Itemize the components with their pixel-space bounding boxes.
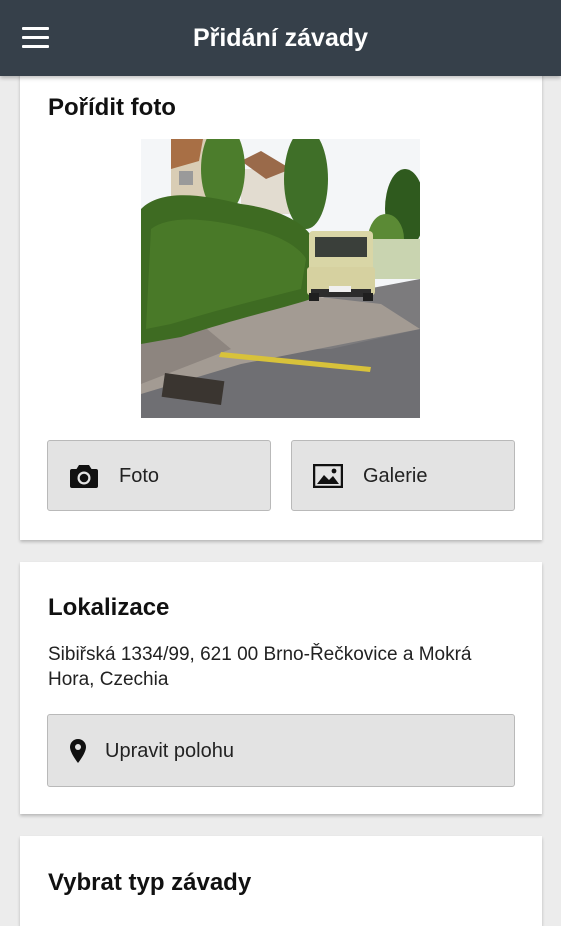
photo-card: Pořídit foto Foto Galerie [20,70,542,540]
location-address: Sibiřská 1334/99, 621 00 Brno-Řečkovice … [48,644,472,690]
photo-section-title: Pořídit foto [48,94,176,121]
camera-icon [70,465,98,488]
edit-location-button[interactable]: Upravit polohu [47,714,515,787]
captured-photo [141,139,420,418]
take-photo-label: Foto [119,465,160,487]
edit-location-label: Upravit polohu [105,740,234,762]
image-gallery-icon [313,464,343,488]
gallery-button[interactable]: Galerie [291,440,515,511]
app-bar: Přidání závady [0,0,561,76]
take-photo-button[interactable]: Foto [47,440,271,511]
page-title: Přidání závady [192,24,369,52]
gallery-label: Galerie [363,465,428,487]
map-marker-icon [70,739,86,763]
location-card: Lokalizace Sibiřská 1334/99, 621 00 Brno… [20,562,542,814]
defect-type-card: Vybrat typ závady [20,836,542,926]
location-section-title: Lokalizace [48,594,170,621]
defect-type-section-title: Vybrat typ závady [48,869,252,896]
